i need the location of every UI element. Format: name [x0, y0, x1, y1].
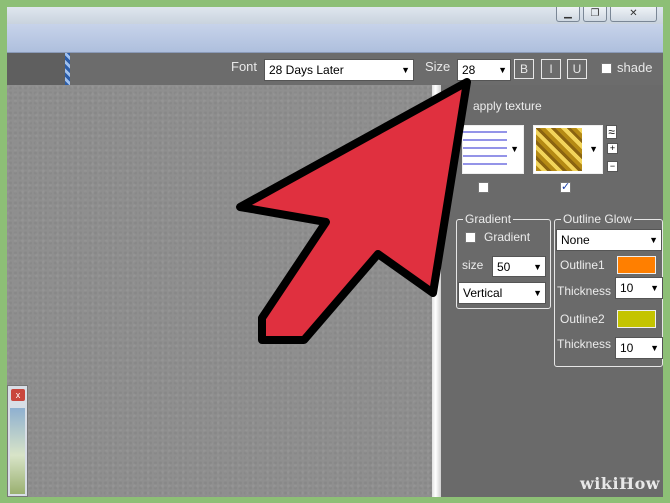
wikihow-watermark: wikiHow	[580, 474, 661, 493]
arrow-shape	[236, 78, 471, 344]
pointer-arrow-icon	[236, 78, 471, 344]
